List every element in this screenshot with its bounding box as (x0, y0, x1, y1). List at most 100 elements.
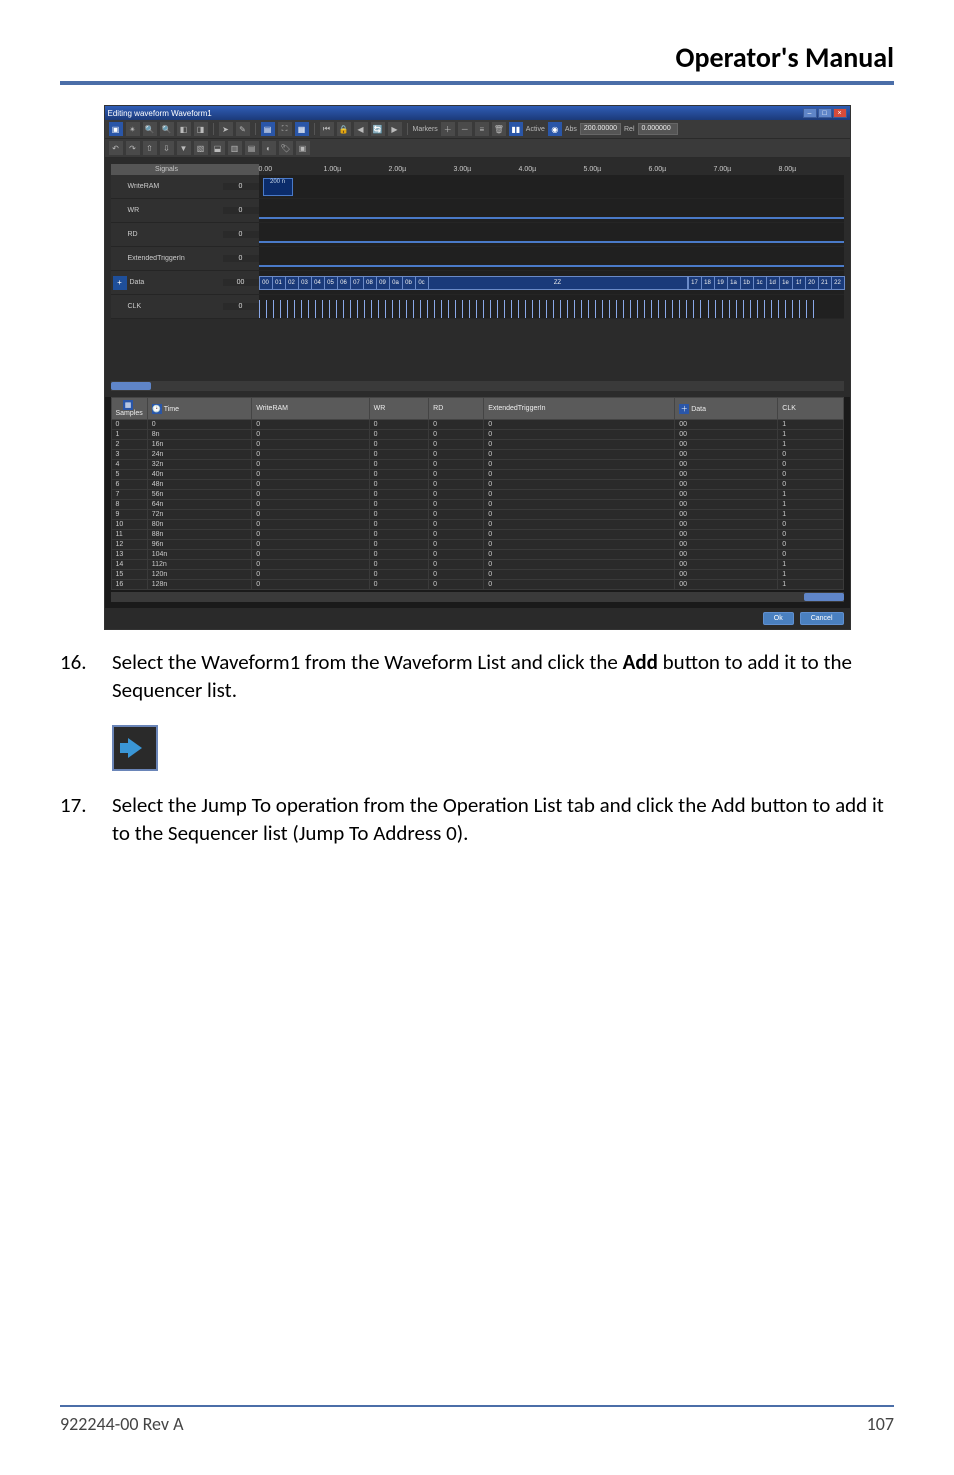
table-cell[interactable]: 00 (675, 560, 778, 570)
table-cell[interactable]: 00 (675, 520, 778, 530)
table-cell[interactable]: 0 (429, 580, 484, 590)
table-cell[interactable]: 00 (675, 530, 778, 540)
col-clk[interactable]: CLK (778, 398, 843, 420)
table-cell[interactable]: 0 (147, 420, 252, 430)
table-cell[interactable]: 1 (778, 580, 843, 590)
table-cell[interactable]: 7 (111, 490, 147, 500)
table-cell[interactable]: 0 (484, 420, 675, 430)
table-row[interactable]: 216n0000001 (111, 440, 843, 450)
table-cell[interactable]: 0 (484, 570, 675, 580)
compare-icon[interactable]: ⬓ (211, 141, 225, 155)
table-cell[interactable]: 6 (111, 480, 147, 490)
col-time[interactable]: Time (164, 406, 179, 413)
table-cell[interactable]: 0 (484, 480, 675, 490)
waveform-row[interactable] (259, 223, 844, 247)
signal-expand-button[interactable]: + (113, 276, 127, 290)
split-icon[interactable]: ▥ (228, 141, 242, 155)
waveform-row[interactable] (259, 295, 844, 319)
table-cell[interactable]: 0 (778, 450, 843, 460)
table-row[interactable]: 000000001 (111, 420, 843, 430)
table-cell[interactable]: 0 (429, 520, 484, 530)
table-cell[interactable]: 0 (369, 560, 429, 570)
table-cell[interactable]: 00 (675, 490, 778, 500)
table-cell[interactable]: 1 (111, 430, 147, 440)
table-cell[interactable]: 5 (111, 470, 147, 480)
sort-asc-icon[interactable]: ⇧ (143, 141, 157, 155)
table-cell[interactable]: 0 (429, 420, 484, 430)
signal-row[interactable]: CLK0 (111, 295, 259, 319)
table-cell[interactable]: 16 (111, 580, 147, 590)
table-cell[interactable]: 40n (147, 470, 252, 480)
settings-icon[interactable]: ✴ (126, 122, 140, 136)
table-row[interactable]: 15120n0000001 (111, 570, 843, 580)
table-cell[interactable]: 9 (111, 510, 147, 520)
preview-icon[interactable]: ▣ (296, 141, 310, 155)
cancel-button[interactable]: Cancel (800, 612, 844, 625)
table-cell[interactable]: 0 (429, 550, 484, 560)
table-cell[interactable]: 00 (675, 550, 778, 560)
table-cell[interactable]: 0 (778, 540, 843, 550)
table-cell[interactable]: 10 (111, 520, 147, 530)
table-cell[interactable]: 0 (429, 570, 484, 580)
signal-row[interactable]: RD0 (111, 223, 259, 247)
table-row[interactable]: 16128n0000001 (111, 580, 843, 590)
marker-list-icon[interactable]: ≡ (475, 122, 489, 136)
table-cell[interactable]: 00 (675, 440, 778, 450)
table-row[interactable]: 14112n0000001 (111, 560, 843, 570)
table-row[interactable]: 756n0000001 (111, 490, 843, 500)
step-fwd-icon[interactable]: ▶ (388, 122, 402, 136)
table-cell[interactable]: 00 (675, 420, 778, 430)
table-row[interactable]: 1080n0000000 (111, 520, 843, 530)
waveform-panel-icon[interactable]: ▤ (261, 122, 275, 136)
table-cell[interactable]: 12 (111, 540, 147, 550)
table-cell[interactable]: 0 (484, 530, 675, 540)
table-cell[interactable]: 3 (111, 450, 147, 460)
step-back-icon[interactable]: ◀ (354, 122, 368, 136)
table-cell[interactable]: 0 (429, 530, 484, 540)
zoom-in-icon[interactable]: 🔍 (143, 122, 157, 136)
table-cell[interactable]: 8n (147, 430, 252, 440)
table-cell[interactable]: 0 (111, 420, 147, 430)
table-cell[interactable]: 0 (252, 420, 369, 430)
table-cell[interactable]: 0 (429, 460, 484, 470)
table-cell[interactable]: 16n (147, 440, 252, 450)
table-cell[interactable]: 0 (429, 470, 484, 480)
marker-dual-icon[interactable]: ▮▮ (509, 122, 523, 136)
marker-clear-icon[interactable]: 🗑 (492, 122, 506, 136)
waveform-row[interactable]: 200 n (259, 175, 844, 199)
redo-icon[interactable]: ↷ (126, 141, 140, 155)
signal-row[interactable]: WriteRAM0 (111, 175, 259, 199)
table-cell[interactable]: 24n (147, 450, 252, 460)
rel-value-field[interactable]: 0.000000 (638, 123, 678, 135)
table-cell[interactable]: 96n (147, 540, 252, 550)
table-row[interactable]: 864n0000001 (111, 500, 843, 510)
table-cell[interactable]: 00 (675, 460, 778, 470)
table-cell[interactable]: 4 (111, 460, 147, 470)
table-cell[interactable]: 0 (429, 540, 484, 550)
table-cell[interactable]: 0 (778, 470, 843, 480)
table-cell[interactable]: 0 (778, 480, 843, 490)
table-cell[interactable]: 0 (369, 570, 429, 580)
table-cell[interactable]: 0 (369, 520, 429, 530)
fit-icon[interactable]: ⛶ (278, 122, 292, 136)
table-cell[interactable]: 0 (484, 490, 675, 500)
table-cell[interactable]: 0 (252, 460, 369, 470)
table-cell[interactable]: 0 (252, 450, 369, 460)
table-cell[interactable]: 0 (252, 520, 369, 530)
table-cell[interactable]: 0 (484, 560, 675, 570)
table-cell[interactable]: 0 (252, 540, 369, 550)
table-cell[interactable]: 0 (484, 540, 675, 550)
zoom-out-icon[interactable]: 🔍 (160, 122, 174, 136)
table-cell[interactable]: 1 (778, 440, 843, 450)
table-cell[interactable]: 0 (369, 470, 429, 480)
col-wr[interactable]: WR (369, 398, 429, 420)
table-cell[interactable]: 1 (778, 510, 843, 520)
table-cell[interactable]: 112n (147, 560, 252, 570)
signal-row[interactable]: WR0 (111, 199, 259, 223)
table-row[interactable]: 972n0000001 (111, 510, 843, 520)
waveform-row[interactable] (259, 247, 844, 271)
table-cell[interactable]: 0 (252, 580, 369, 590)
signals-column-header[interactable]: Signals (111, 164, 223, 175)
table-cell[interactable]: 0 (252, 480, 369, 490)
table-cell[interactable]: 00 (675, 430, 778, 440)
